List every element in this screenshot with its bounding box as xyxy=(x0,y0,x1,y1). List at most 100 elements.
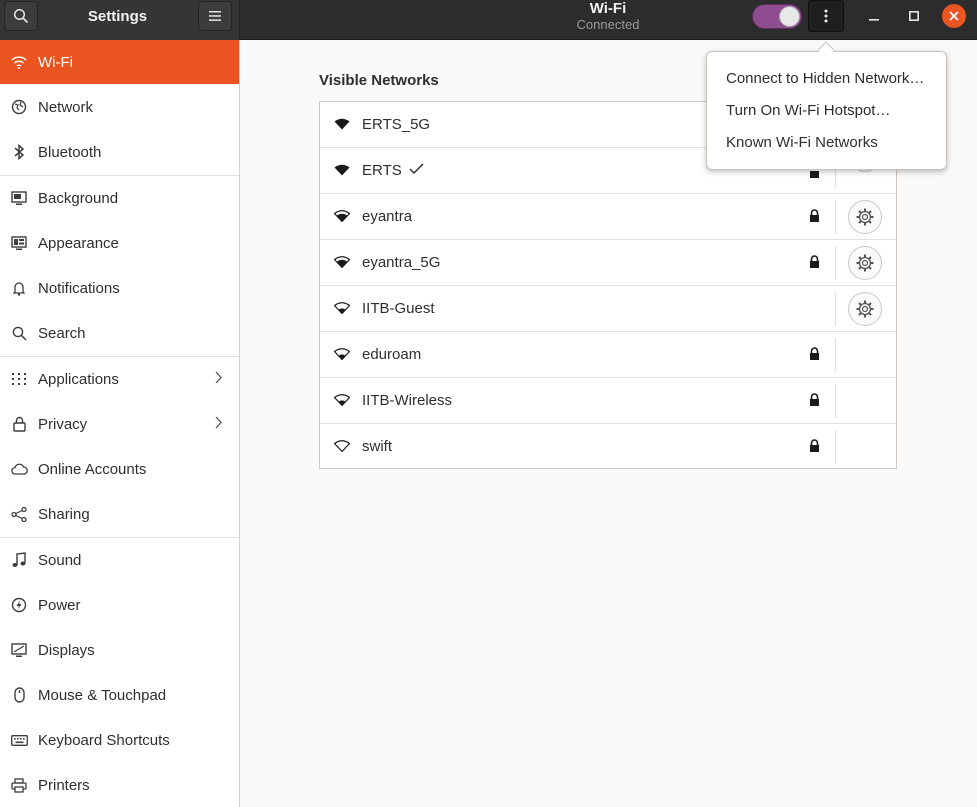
grid-icon xyxy=(0,373,38,385)
sidebar-item-power[interactable]: Power xyxy=(0,583,239,627)
sidebar-item-mouse-touchpad[interactable]: Mouse & Touchpad xyxy=(0,673,239,717)
sidebar-item-label: Keyboard Shortcuts xyxy=(38,731,170,749)
sidebar-item-keyboard-shortcuts[interactable]: Keyboard Shortcuts xyxy=(0,718,239,762)
sidebar-item-label: Bluetooth xyxy=(38,143,102,161)
search-button[interactable] xyxy=(4,1,38,31)
network-name: eyantra xyxy=(362,208,413,225)
maximize-button[interactable] xyxy=(902,5,926,27)
wifi-signal-good-icon xyxy=(333,255,351,272)
lock-icon xyxy=(809,439,820,457)
network-row-eyantra[interactable]: eyantra xyxy=(320,194,896,240)
known-networks-item[interactable]: Known Wi-Fi Networks xyxy=(726,134,878,151)
network-row-eyantra-5g[interactable]: eyantra_5G xyxy=(320,240,896,286)
vertical-dots-icon xyxy=(824,9,828,23)
wifi-signal-ok-icon xyxy=(333,347,351,364)
sidebar-item-wifi[interactable]: Wi-Fi xyxy=(0,40,239,84)
wifi-icon xyxy=(0,55,38,69)
sidebar-item-label: Printers xyxy=(38,776,90,794)
sidebar-item-label: Notifications xyxy=(38,279,120,297)
hamburger-icon xyxy=(209,11,221,21)
header-bar: Settings Wi-Fi Connected xyxy=(0,0,977,40)
sidebar-item-background[interactable]: Background xyxy=(0,176,239,220)
network-settings-button[interactable] xyxy=(848,200,882,234)
background-icon xyxy=(0,190,38,206)
sidebar-item-label: Search xyxy=(38,324,86,342)
keyboard-icon xyxy=(0,734,38,746)
options-popover: Connect to Hidden Network… Turn On Wi-Fi… xyxy=(706,51,947,170)
sidebar-item-label: Background xyxy=(38,189,119,207)
sidebar-title: Settings xyxy=(87,8,148,25)
power-icon xyxy=(0,597,38,613)
bell-icon xyxy=(0,281,38,296)
wifi-signal-good-icon xyxy=(333,209,351,226)
lock-icon xyxy=(809,393,820,411)
printer-icon xyxy=(0,777,38,793)
network-name: IITB-Guest xyxy=(362,300,435,317)
wifi-signal-ok-icon xyxy=(333,301,351,318)
bluetooth-icon xyxy=(0,144,38,160)
checkmark-icon xyxy=(409,162,424,179)
sidebar-item-label: Network xyxy=(38,98,94,116)
share-icon xyxy=(0,506,38,522)
more-options-button[interactable] xyxy=(808,0,844,32)
sidebar-item-label: Sound xyxy=(38,551,82,569)
sidebar: Wi-Fi Network Bluetooth Background Appea… xyxy=(0,40,240,807)
sidebar-item-notifications[interactable]: Notifications xyxy=(0,266,239,310)
network-name: eduroam xyxy=(362,346,422,363)
gear-icon xyxy=(856,208,874,226)
network-name: ERTS xyxy=(362,162,402,179)
wifi-signal-weak-icon xyxy=(333,439,351,456)
gear-icon xyxy=(856,254,874,272)
connection-status: Connected xyxy=(576,17,640,32)
close-button[interactable] xyxy=(942,4,966,28)
sidebar-item-displays[interactable]: Displays xyxy=(0,628,239,672)
row-divider xyxy=(835,384,836,418)
network-icon xyxy=(0,99,38,115)
minimize-button[interactable] xyxy=(862,5,886,27)
mouse-icon xyxy=(0,687,38,703)
search-icon xyxy=(13,8,29,24)
lock-icon xyxy=(0,416,38,432)
visible-networks-heading: Visible Networks xyxy=(319,72,439,89)
network-row-iitb-wireless[interactable]: IITB-Wireless xyxy=(320,378,896,424)
sidebar-item-bluetooth[interactable]: Bluetooth xyxy=(0,130,239,174)
network-row-eduroam[interactable]: eduroam xyxy=(320,332,896,378)
wifi-toggle[interactable] xyxy=(752,4,802,29)
lock-icon xyxy=(809,347,820,365)
chevron-right-icon xyxy=(215,416,222,433)
maximize-icon xyxy=(909,11,919,21)
row-divider xyxy=(835,246,836,280)
network-row-iitb-guest[interactable]: IITB-Guest xyxy=(320,286,896,332)
display-icon xyxy=(0,642,38,658)
row-divider xyxy=(835,200,836,234)
network-settings-button[interactable] xyxy=(848,292,882,326)
network-settings-button[interactable] xyxy=(848,246,882,280)
sidebar-item-printers[interactable]: Printers xyxy=(0,763,239,807)
lock-icon xyxy=(809,209,820,227)
sidebar-item-appearance[interactable]: Appearance xyxy=(0,221,239,265)
chevron-right-icon xyxy=(215,371,222,388)
minimize-icon xyxy=(869,19,879,21)
sidebar-item-sharing[interactable]: Sharing xyxy=(0,492,239,536)
hamburger-menu-button[interactable] xyxy=(198,1,232,31)
network-name: ERTS_5G xyxy=(362,116,431,133)
sidebar-item-network[interactable]: Network xyxy=(0,85,239,129)
music-note-icon xyxy=(0,552,38,568)
sidebar-item-applications[interactable]: Applications xyxy=(0,357,239,401)
sidebar-item-privacy[interactable]: Privacy xyxy=(0,402,239,446)
wifi-hotspot-item[interactable]: Turn On Wi-Fi Hotspot… xyxy=(726,102,890,119)
wifi-signal-full-icon xyxy=(334,163,350,180)
row-divider xyxy=(835,338,836,372)
sidebar-item-online-accounts[interactable]: Online Accounts xyxy=(0,447,239,491)
gear-icon xyxy=(856,300,874,318)
network-row-swift[interactable]: swift xyxy=(320,424,896,470)
sidebar-item-label: Displays xyxy=(38,641,95,659)
sidebar-item-sound[interactable]: Sound xyxy=(0,538,239,582)
sidebar-item-label: Sharing xyxy=(38,505,90,523)
sidebar-item-label: Power xyxy=(38,596,81,614)
sidebar-item-label: Privacy xyxy=(38,415,88,433)
lock-icon xyxy=(809,255,820,273)
network-name: eyantra_5G xyxy=(362,254,441,271)
sidebar-item-search[interactable]: Search xyxy=(0,311,239,355)
connect-hidden-network-item[interactable]: Connect to Hidden Network… xyxy=(726,70,924,87)
